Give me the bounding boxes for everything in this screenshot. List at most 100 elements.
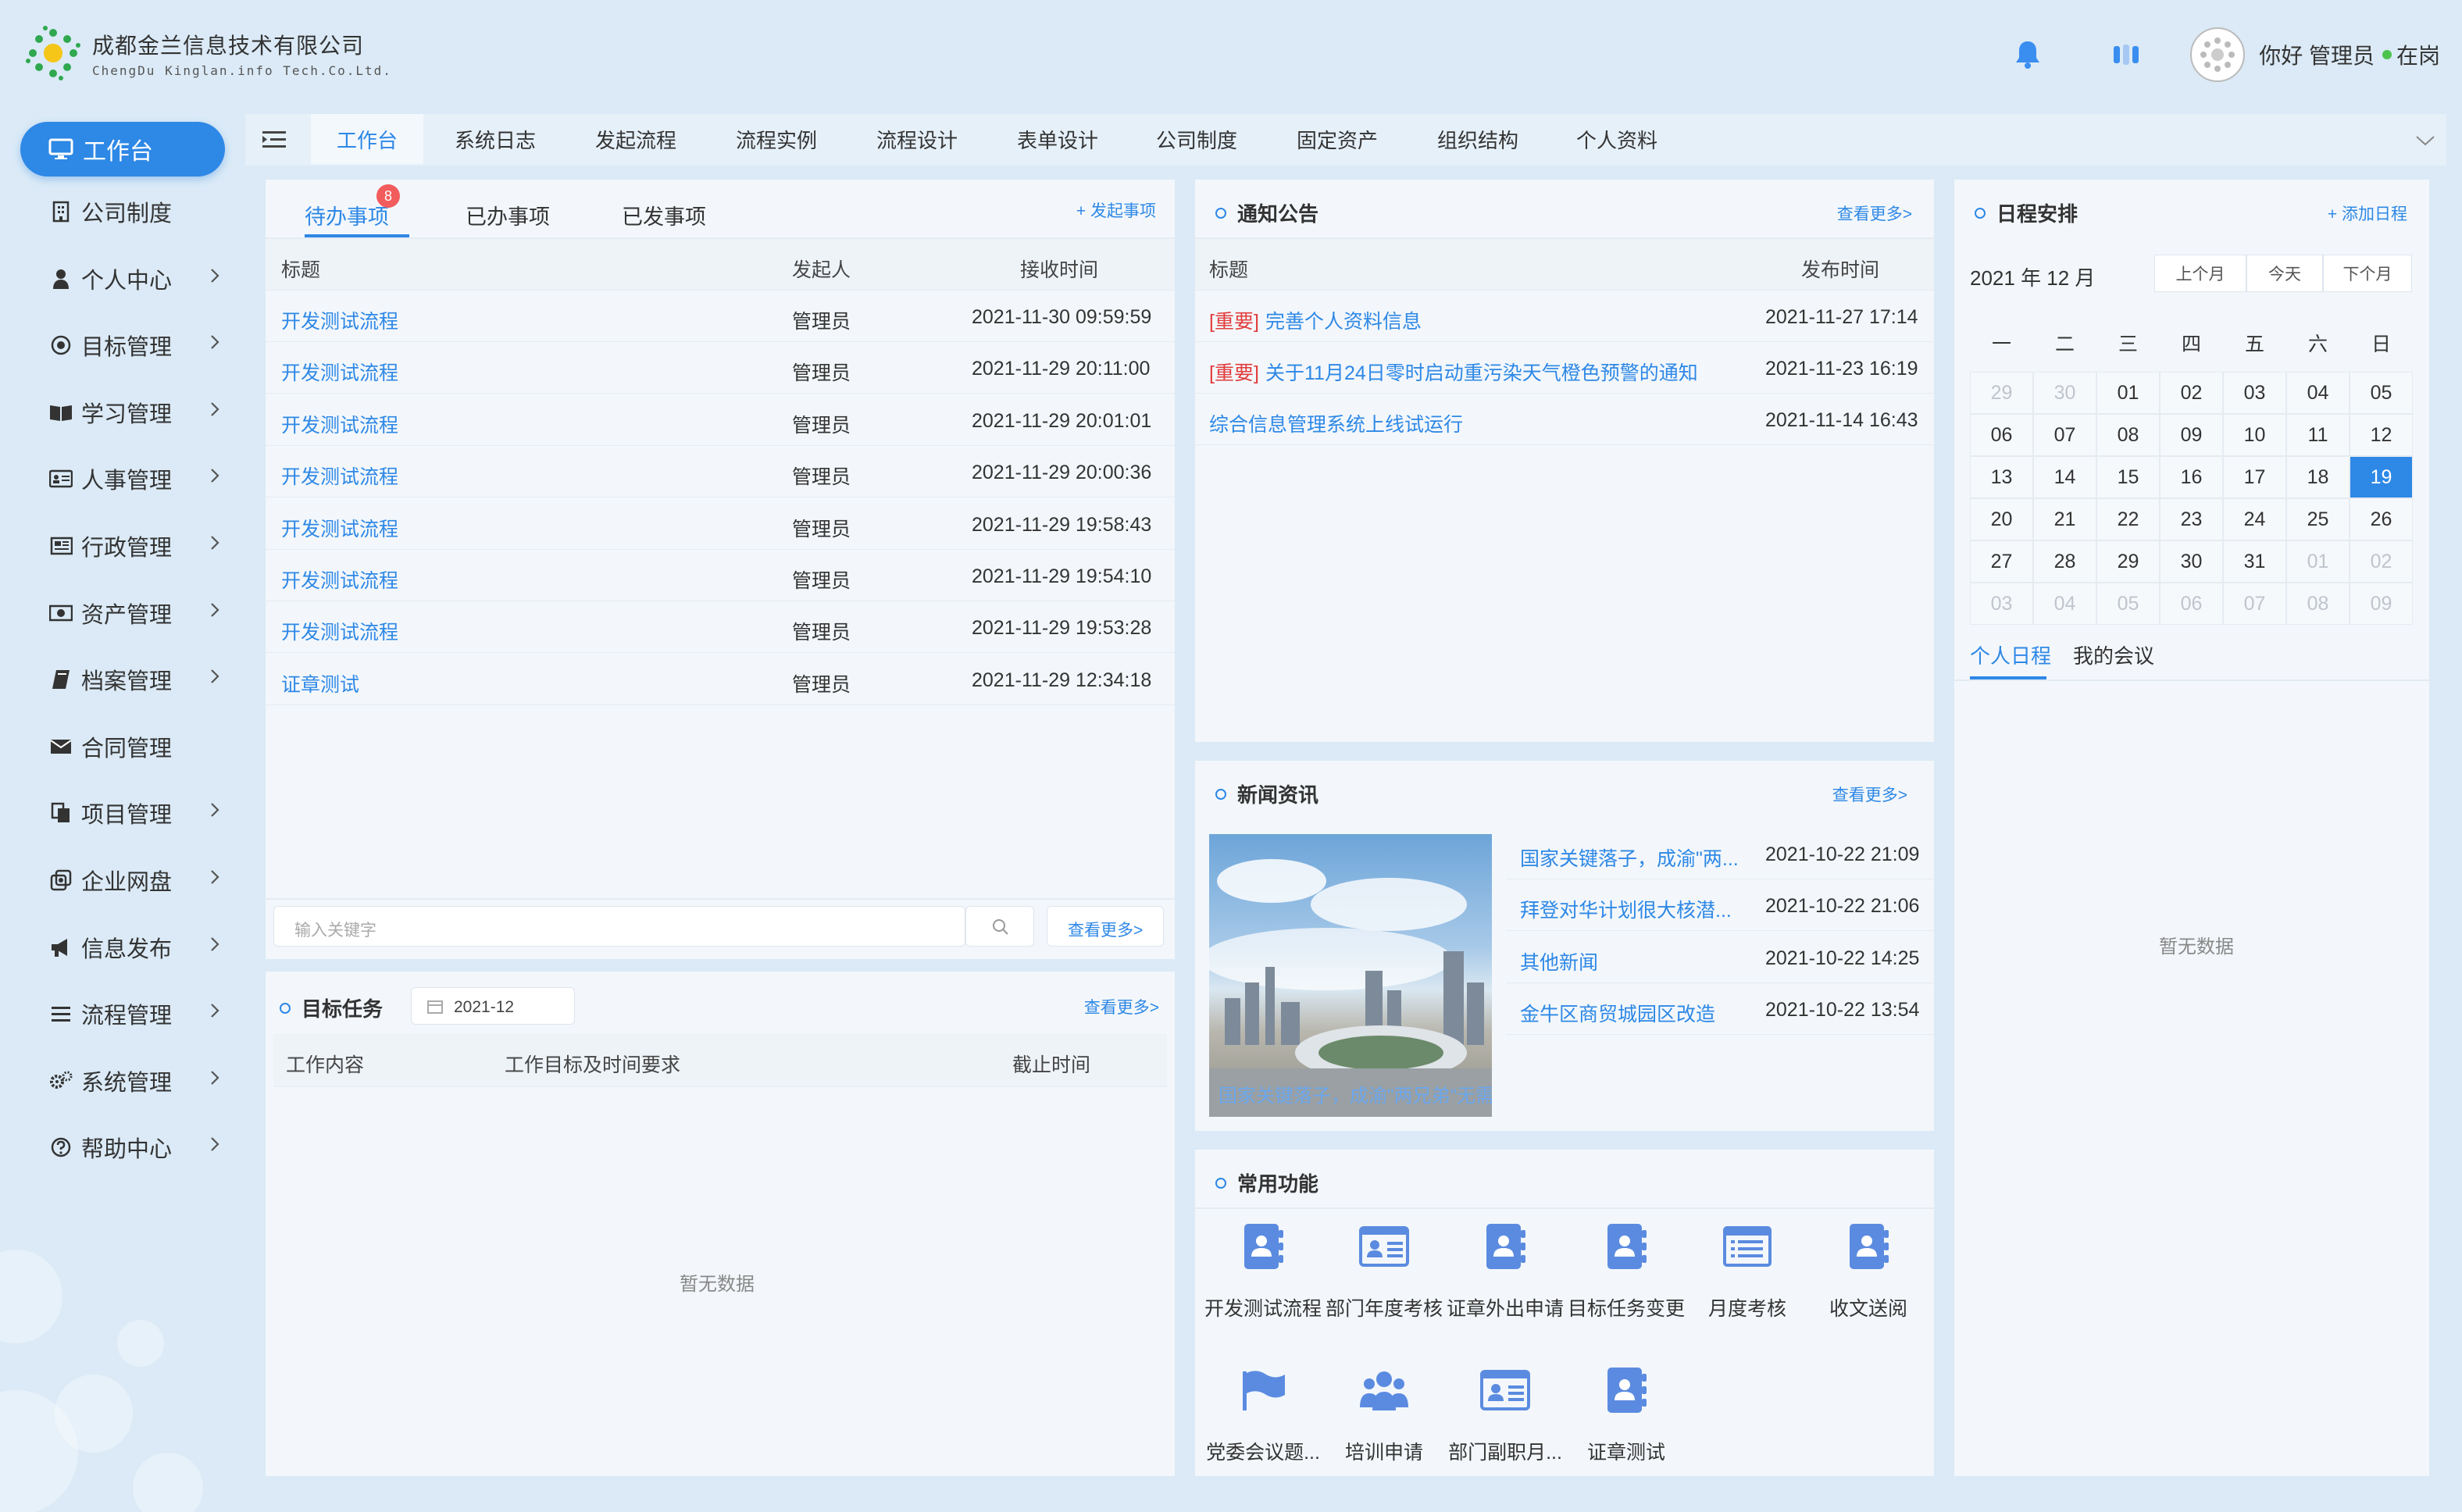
calendar-day[interactable]: 05 [2350, 372, 2413, 414]
calendar-day[interactable]: 20 [1970, 498, 2033, 540]
calendar-day[interactable]: 07 [2223, 583, 2286, 625]
task-subtab[interactable]: 已办事项 [466, 200, 550, 230]
function-shortcut[interactable]: 收文送阅 [1808, 1217, 1929, 1334]
goals-more-link[interactable]: 查看更多> [1084, 995, 1159, 1018]
sidebar-item[interactable]: 学习管理 [48, 393, 220, 432]
calendar-day[interactable]: 29 [1970, 372, 2033, 414]
calendar-day[interactable]: 18 [2286, 456, 2350, 498]
calendar-day[interactable]: 29 [2096, 540, 2160, 583]
calendar-day[interactable]: 30 [2160, 540, 2223, 583]
news-row[interactable]: 金牛区商贸城园区改造 2021-10-22 13:54 [1506, 983, 1934, 1036]
tab-item[interactable]: 系统日志 [436, 114, 555, 164]
calendar-day[interactable]: 05 [2096, 583, 2160, 625]
task-title-link[interactable]: 开发测试流程 [281, 306, 398, 334]
function-shortcut[interactable]: 党委会议题... [1203, 1360, 1323, 1478]
sidebar-item[interactable]: 行政管理 [48, 526, 220, 565]
tab-item[interactable]: 流程设计 [858, 114, 976, 164]
sidebar-item[interactable]: 项目管理 [48, 793, 220, 833]
sidebar-item[interactable]: 信息发布 [48, 928, 220, 967]
calendar-day[interactable]: 01 [2096, 372, 2160, 414]
tab-item[interactable]: 流程实例 [717, 114, 836, 164]
calendar-day[interactable]: 23 [2160, 498, 2223, 540]
calendar-day[interactable]: 13 [1970, 456, 2033, 498]
function-shortcut[interactable]: 月度考核 [1687, 1217, 1807, 1334]
task-title-link[interactable]: 开发测试流程 [281, 410, 398, 438]
pause-icon[interactable] [2109, 37, 2143, 72]
keyword-search-input[interactable]: 输入关键字 [273, 906, 965, 947]
prev-month-button[interactable]: 上个月 [2154, 255, 2246, 292]
news-more-link[interactable]: 查看更多> [1832, 783, 1907, 806]
sidebar-item[interactable]: 资产管理 [48, 594, 220, 633]
tab-item[interactable]: 公司制度 [1137, 114, 1256, 164]
calendar-day[interactable]: 04 [2033, 583, 2096, 625]
tab-item[interactable]: 个人资料 [1557, 114, 1676, 164]
next-month-button[interactable]: 下个月 [2323, 255, 2412, 292]
calendar-day[interactable]: 03 [1970, 583, 2033, 625]
today-button[interactable]: 今天 [2246, 255, 2323, 292]
calendar-day[interactable]: 08 [2286, 583, 2350, 625]
calendar-day[interactable]: 28 [2033, 540, 2096, 583]
avatar[interactable] [2190, 27, 2246, 82]
news-title-link[interactable]: 金牛区商贸城园区改造 [1520, 999, 1715, 1027]
chevron-down-icon[interactable] [2415, 128, 2435, 152]
task-title-link[interactable]: 开发测试流程 [281, 514, 398, 542]
notice-title-link[interactable]: 完善个人资料信息 [1265, 306, 1422, 334]
calendar-day[interactable]: 22 [2096, 498, 2160, 540]
task-title-link[interactable]: 证章测试 [281, 669, 359, 697]
sidebar-item[interactable]: 档案管理 [48, 660, 220, 699]
table-row[interactable]: 开发测试流程 管理员 2021-11-29 19:53:28 [266, 601, 1175, 654]
notice-more-link[interactable]: 查看更多> [1837, 201, 1912, 225]
calendar-day[interactable]: 14 [2033, 456, 2096, 498]
tab-my-meetings[interactable]: 我的会议 [2073, 640, 2154, 669]
calendar-day[interactable]: 06 [1970, 414, 2033, 456]
table-row[interactable]: 开发测试流程 管理员 2021-11-29 19:54:10 [266, 550, 1175, 601]
calendar-day[interactable]: 27 [1970, 540, 2033, 583]
calendar-day[interactable]: 19 [2350, 456, 2413, 498]
sidebar-item[interactable]: 企业网盘 [48, 861, 220, 900]
task-title-link[interactable]: 开发测试流程 [281, 617, 398, 645]
task-title-link[interactable]: 开发测试流程 [281, 358, 398, 386]
sidebar-item[interactable]: 公司制度 [48, 192, 220, 231]
calendar-day[interactable]: 06 [2160, 583, 2223, 625]
tab-item[interactable]: 工作台 [311, 114, 423, 164]
table-row[interactable]: 开发测试流程 管理员 2021-11-29 20:01:01 [266, 394, 1175, 446]
sidebar-item[interactable]: 合同管理 [48, 727, 220, 766]
calendar-day[interactable]: 02 [2160, 372, 2223, 414]
function-shortcut[interactable]: 目标任务变更 [1566, 1217, 1686, 1334]
function-shortcut[interactable]: 培训申请 [1324, 1360, 1444, 1478]
calendar-day[interactable]: 24 [2223, 498, 2286, 540]
task-title-link[interactable]: 开发测试流程 [281, 462, 398, 490]
calendar-day[interactable]: 16 [2160, 456, 2223, 498]
news-title-link[interactable]: 其他新闻 [1520, 947, 1598, 975]
bell-icon[interactable] [2011, 37, 2045, 72]
news-row[interactable]: 国家关键落子，成渝"两... 2021-10-22 21:09 [1506, 828, 1934, 879]
tab-item[interactable]: 表单设计 [998, 114, 1117, 164]
function-shortcut[interactable]: 开发测试流程 [1203, 1217, 1323, 1334]
news-row[interactable]: 拜登对华计划很大核潜... 2021-10-22 21:06 [1506, 879, 1934, 932]
calendar-day[interactable]: 30 [2033, 372, 2096, 414]
month-picker[interactable]: 2021-12 [411, 987, 575, 1025]
calendar-day[interactable]: 09 [2350, 583, 2413, 625]
sidebar-item[interactable]: 系统管理 [48, 1061, 220, 1100]
tab-personal-schedule[interactable]: 个人日程 [1970, 640, 2051, 669]
function-shortcut[interactable]: 部门副职月... [1445, 1360, 1565, 1478]
table-row[interactable]: 综合信息管理系统上线试运行 2021-11-14 16:43 [1195, 394, 1934, 445]
sidebar-item-workbench[interactable]: 工作台 [20, 122, 225, 177]
news-title-link[interactable]: 拜登对华计划很大核潜... [1520, 895, 1732, 923]
calendar-day[interactable]: 12 [2350, 414, 2413, 456]
sidebar-item[interactable]: 流程管理 [48, 994, 220, 1033]
calendar-day[interactable]: 21 [2033, 498, 2096, 540]
calendar-day[interactable]: 09 [2160, 414, 2223, 456]
news-row[interactable]: 其他新闻 2021-10-22 14:25 [1506, 932, 1934, 983]
tab-item[interactable]: 固定资产 [1278, 114, 1397, 164]
task-title-link[interactable]: 开发测试流程 [281, 565, 398, 594]
task-subtab[interactable]: 待办事项 [305, 200, 389, 230]
menu-collapse-icon[interactable] [262, 130, 286, 155]
sidebar-item[interactable]: 帮助中心 [48, 1128, 220, 1167]
calendar-day[interactable]: 01 [2286, 540, 2350, 583]
calendar-day[interactable]: 02 [2350, 540, 2413, 583]
tab-item[interactable]: 发起流程 [576, 114, 695, 164]
table-row[interactable]: 证章测试 管理员 2021-11-29 12:34:18 [266, 654, 1175, 705]
new-task-link[interactable]: + 发起事项 [1076, 198, 1156, 222]
sidebar-item[interactable]: 个人中心 [48, 259, 220, 298]
